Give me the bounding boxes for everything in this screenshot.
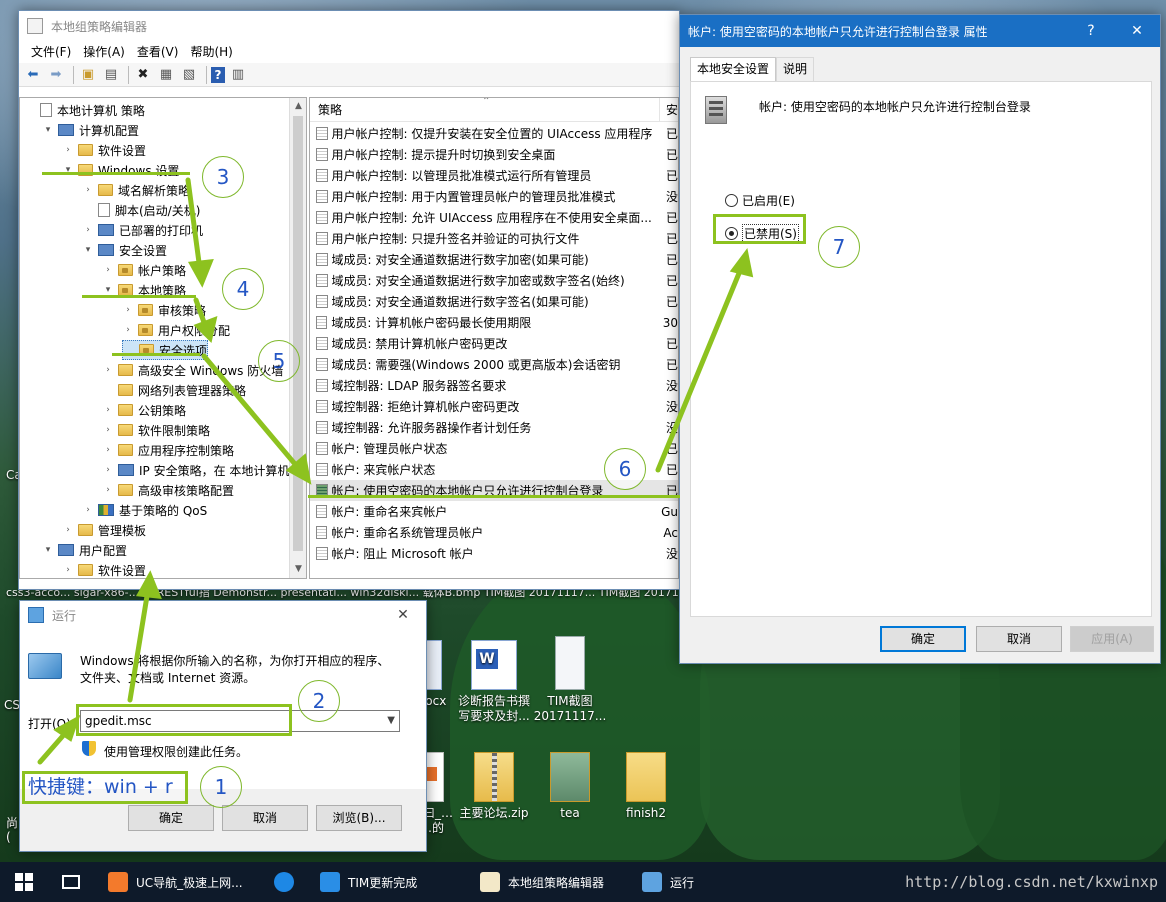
taskbar-item-label: 运行 <box>670 875 695 890</box>
taskbar-item-uc[interactable]: UC导航_极速上网... <box>108 862 243 902</box>
taskbar-item-label: TIM更新完成 <box>348 875 418 890</box>
taskbar-item-gpedit[interactable]: 本地组策略编辑器 <box>480 862 604 902</box>
arrow-6-to-7 <box>655 263 745 473</box>
task-view-icon <box>62 875 80 889</box>
gpedit-icon <box>480 872 500 892</box>
arrowhead <box>729 248 754 278</box>
step-7-badge: 7 <box>818 226 860 268</box>
step-2-badge: 2 <box>298 680 340 722</box>
highlight-security-options <box>112 353 200 356</box>
step-4-badge: 4 <box>222 268 264 310</box>
arrowhead <box>193 316 218 343</box>
highlight-selected-policy <box>308 495 680 498</box>
taskbar: UC导航_极速上网... TIM更新完成 本地组策略编辑器 运行 http://… <box>0 862 1166 902</box>
arrow-3-to-4 <box>185 177 203 273</box>
step-6-badge: 6 <box>604 448 646 490</box>
taskbar-item-tim[interactable]: TIM更新完成 <box>320 862 417 902</box>
taskbar-item-run[interactable]: 运行 <box>642 862 694 902</box>
edge-icon <box>274 872 294 892</box>
highlight-windows-settings <box>42 172 190 175</box>
highlight-run-input <box>76 704 292 736</box>
step-1-badge: 1 <box>200 766 242 808</box>
task-view-button[interactable] <box>62 862 80 902</box>
arrowhead <box>135 570 162 599</box>
taskbar-item-edge[interactable] <box>274 862 302 902</box>
tim-icon <box>320 872 340 892</box>
arrow-2-to-gpedit <box>127 587 151 703</box>
step-3-badge: 3 <box>202 156 244 198</box>
highlight-local-policy <box>82 295 196 298</box>
taskbar-item-label: UC导航_极速上网... <box>136 875 243 890</box>
step-5-badge: 5 <box>258 340 300 382</box>
uc-browser-icon <box>108 872 128 892</box>
taskbar-item-label: 本地组策略编辑器 <box>508 875 605 890</box>
windows-logo-icon <box>15 873 33 891</box>
start-button[interactable] <box>14 862 34 902</box>
watermark: http://blog.csdn.net/kxwinxp <box>905 873 1158 891</box>
run-icon <box>642 872 662 892</box>
arrowhead <box>187 259 214 288</box>
shortcut-hint: 快捷键：win + r <box>22 771 188 804</box>
highlight-disabled-option <box>713 214 806 244</box>
